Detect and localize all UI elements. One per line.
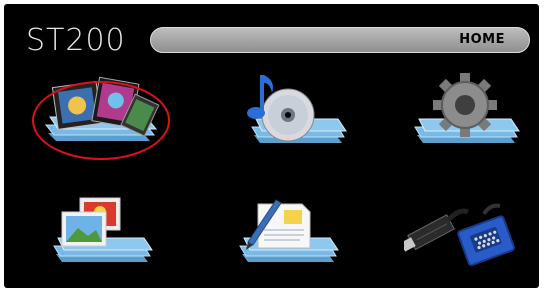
document-icon bbox=[239, 199, 339, 262]
menu-item-music[interactable] bbox=[224, 71, 374, 171]
title-bar: HOME bbox=[150, 27, 530, 53]
menu-item-photo[interactable] bbox=[42, 192, 192, 292]
menu-item-settings[interactable] bbox=[407, 71, 544, 171]
selection-highlight bbox=[32, 81, 170, 160]
menu-item-connector[interactable] bbox=[404, 194, 544, 294]
home-screen: ST200 HOME bbox=[4, 4, 539, 288]
menu-item-document[interactable] bbox=[228, 192, 378, 292]
photo-icon bbox=[53, 197, 153, 262]
settings-icon bbox=[414, 73, 520, 143]
brand-logo: ST200 bbox=[26, 23, 126, 58]
connector-icon bbox=[404, 203, 515, 266]
title-bar-label: HOME bbox=[459, 32, 505, 47]
music-icon bbox=[247, 75, 347, 143]
